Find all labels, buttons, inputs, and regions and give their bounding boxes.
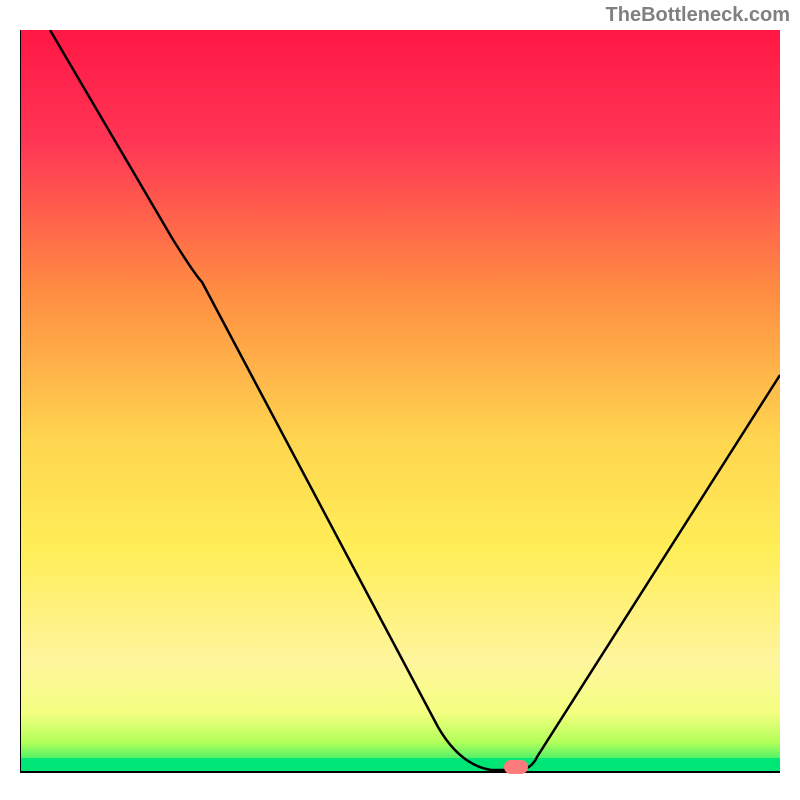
- chart-container: TheBottleneck.com: [0, 0, 800, 800]
- optimal-marker: [504, 760, 528, 774]
- watermark-text: TheBottleneck.com: [606, 4, 790, 27]
- green-band: [20, 758, 780, 772]
- chart-svg: [20, 30, 780, 780]
- chart-plot-area: [20, 30, 780, 780]
- gradient-background: [20, 30, 780, 772]
